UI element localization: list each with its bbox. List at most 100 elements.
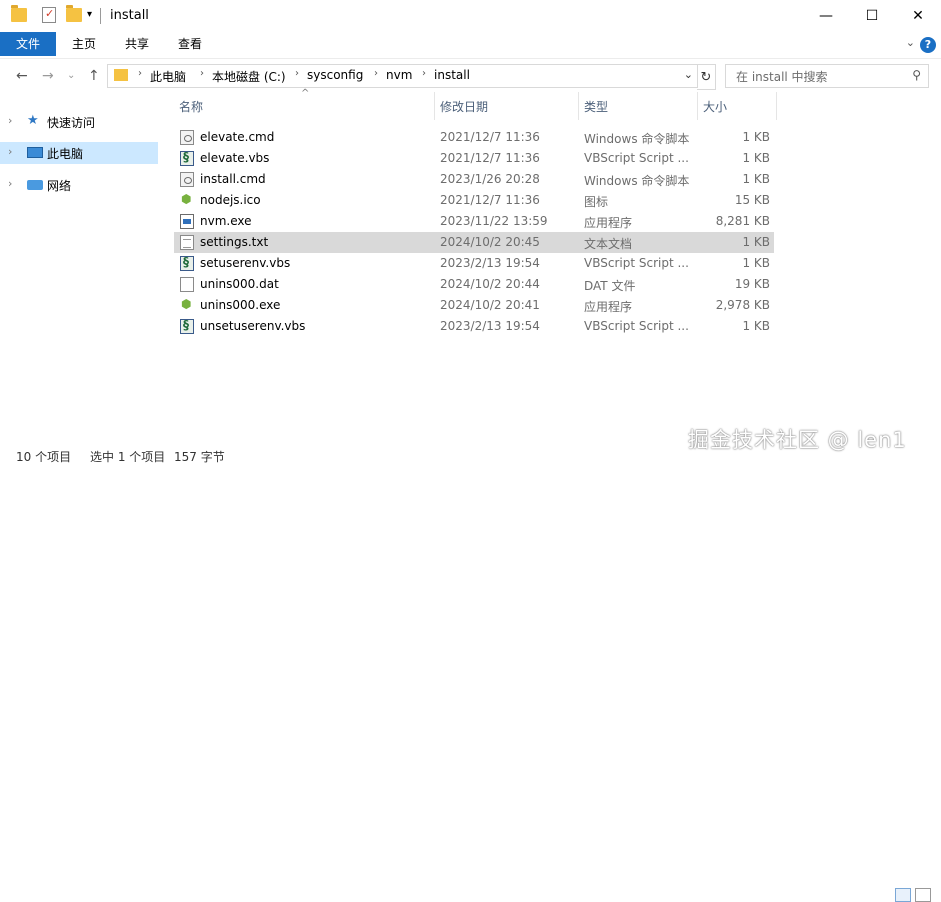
file-row[interactable]: install.cmd 2023/1/26 20:28 Windows 命令脚本… (174, 169, 774, 190)
file-row[interactable]: setuserenv.vbs 2023/2/13 19:54 VBScript … (174, 253, 774, 274)
column-divider[interactable] (776, 92, 777, 120)
breadcrumb-install[interactable]: install (434, 68, 470, 82)
search-placeholder: 在 install 中搜索 (736, 70, 828, 84)
file-type: VBScript Script ... (584, 319, 689, 333)
file-row[interactable]: elevate.vbs 2021/12/7 11:36 VBScript Scr… (174, 148, 774, 169)
maximize-button[interactable]: ☐ (849, 0, 895, 32)
file-date: 2023/2/13 19:54 (440, 319, 540, 333)
sidebar-item-network[interactable]: › 网络 (0, 174, 158, 196)
column-header-type[interactable]: 类型 (584, 98, 608, 115)
quick-access-dropdown-icon[interactable]: ▾ (87, 9, 92, 20)
refresh-icon[interactable]: ↻ (697, 64, 716, 90)
back-arrow-icon[interactable]: ← (16, 68, 28, 84)
file-size: 19 KB (734, 277, 770, 291)
forward-arrow-icon[interactable]: → (42, 68, 54, 84)
file-date: 2024/10/2 20:41 (440, 298, 540, 312)
tab-home[interactable]: 主页 (61, 32, 107, 56)
recent-locations-icon[interactable]: ⌄ (67, 70, 75, 81)
folder-icon (11, 5, 27, 22)
tab-file[interactable]: 文件 (0, 32, 56, 56)
breadcrumb-this-pc[interactable]: 此电脑 (150, 68, 186, 85)
sidebar-item-label: 快速访问 (47, 116, 96, 130)
details-view-icon[interactable] (895, 888, 911, 902)
file-name: nodejs.ico (200, 193, 261, 207)
address-bar[interactable]: › 此电脑 › 本地磁盘 (C:) › sysconfig › nvm › in… (107, 64, 698, 88)
file-name: nvm.exe (200, 214, 252, 228)
vbscript-file-icon (180, 255, 194, 271)
file-type: 文本文档 (584, 237, 633, 251)
nodejs-icon (180, 192, 194, 208)
up-arrow-icon[interactable]: ↑ (88, 68, 100, 84)
file-name: unins000.exe (200, 298, 281, 312)
sidebar-item-this-pc[interactable]: › 此电脑 (0, 142, 158, 164)
file-list: ^ 名称 修改日期 类型 大小 elevate.cmd 2021/12/7 11… (170, 88, 941, 442)
chevron-right-icon[interactable]: › (295, 68, 299, 79)
ribbon-tabs: 文件 主页 共享 查看 ⌄ ? (0, 32, 941, 56)
chevron-down-icon[interactable]: ⌄ (684, 68, 693, 81)
sidebar-item-quick-access[interactable]: › ★ 快速访问 (0, 111, 158, 133)
tab-view[interactable]: 查看 (167, 32, 213, 56)
navigation-pane: › ★ 快速访问 › 此电脑 › 网络 (0, 92, 160, 442)
search-icon[interactable]: ⚲ (912, 68, 921, 82)
chevron-right-icon[interactable]: › (8, 114, 12, 127)
file-date: 2023/11/22 13:59 (440, 214, 548, 228)
chevron-right-icon[interactable]: › (422, 68, 426, 79)
file-size: 1 KB (742, 151, 770, 165)
chevron-right-icon[interactable]: › (200, 68, 204, 79)
file-type: 应用程序 (584, 216, 633, 230)
window-title: install (110, 8, 149, 23)
chevron-down-icon[interactable]: ⌄ (906, 36, 915, 49)
file-date: 2023/1/26 20:28 (440, 172, 540, 186)
folder-icon (114, 69, 128, 81)
sidebar-item-label: 此电脑 (47, 147, 84, 161)
file-row[interactable]: nvm.exe 2023/11/22 13:59 应用程序 8,281 KB (174, 211, 774, 232)
file-type: VBScript Script ... (584, 151, 689, 165)
file-name: elevate.vbs (200, 151, 270, 165)
file-row[interactable]: unsetuserenv.vbs 2023/2/13 19:54 VBScrip… (174, 316, 774, 337)
column-divider[interactable] (697, 92, 698, 120)
column-header-size[interactable]: 大小 (703, 98, 727, 115)
cmd-file-icon (180, 172, 194, 187)
column-header-date[interactable]: 修改日期 (440, 98, 488, 115)
file-row[interactable]: nodejs.ico 2021/12/7 11:36 图标 15 KB (174, 190, 774, 211)
file-type: DAT 文件 (584, 279, 636, 293)
breadcrumb-sysconfig[interactable]: sysconfig (307, 68, 363, 82)
file-row[interactable]: unins000.exe 2024/10/2 20:41 应用程序 2,978 … (174, 295, 774, 316)
new-folder-icon[interactable] (66, 5, 82, 22)
item-count: 10 个项目 (16, 450, 72, 464)
chevron-right-icon[interactable]: › (374, 68, 378, 79)
file-size: 8,281 KB (715, 214, 770, 228)
breadcrumb-local-disk[interactable]: 本地磁盘 (C:) (212, 68, 286, 85)
file-row[interactable]: elevate.cmd 2021/12/7 11:36 Windows 命令脚本… (174, 127, 774, 148)
help-button[interactable]: ? (920, 37, 936, 53)
file-row[interactable]: settings.txt 2024/10/2 20:45 文本文档 1 KB (174, 232, 774, 253)
minimize-button[interactable]: — (803, 0, 849, 32)
file-name: unins000.dat (200, 277, 279, 291)
file-size: 15 KB (734, 193, 770, 207)
search-input[interactable]: 在 install 中搜索 ⚲ (725, 64, 929, 88)
breadcrumb-nvm[interactable]: nvm (386, 68, 412, 82)
computer-icon (27, 147, 43, 158)
column-header-name[interactable]: 名称 (179, 98, 203, 115)
file-size: 1 KB (742, 256, 770, 270)
sort-ascending-icon: ^ (301, 88, 310, 99)
navigation-bar: ← → ⌄ ↑ › 此电脑 › 本地磁盘 (C:) › sysconfig › … (0, 58, 941, 93)
title-bar: ✓ ▾ install — ☐ ✕ (0, 0, 941, 32)
chevron-right-icon[interactable]: › (138, 68, 142, 79)
column-divider[interactable] (578, 92, 579, 120)
tab-share[interactable]: 共享 (114, 32, 160, 56)
large-icons-view-icon[interactable] (915, 888, 931, 902)
file-size: 1 KB (742, 130, 770, 144)
column-divider[interactable] (434, 92, 435, 120)
properties-icon[interactable]: ✓ (42, 7, 56, 23)
chevron-right-icon[interactable]: › (8, 145, 12, 158)
chevron-right-icon[interactable]: › (8, 177, 12, 190)
close-button[interactable]: ✕ (895, 0, 941, 32)
selection-size: 157 字节 (174, 450, 225, 464)
file-row[interactable]: unins000.dat 2024/10/2 20:44 DAT 文件 19 K… (174, 274, 774, 295)
vbscript-file-icon (180, 150, 194, 166)
text-file-icon (180, 235, 194, 250)
file-name: install.cmd (200, 172, 266, 186)
file-type: Windows 命令脚本 (584, 174, 690, 188)
file-size: 1 KB (742, 172, 770, 186)
